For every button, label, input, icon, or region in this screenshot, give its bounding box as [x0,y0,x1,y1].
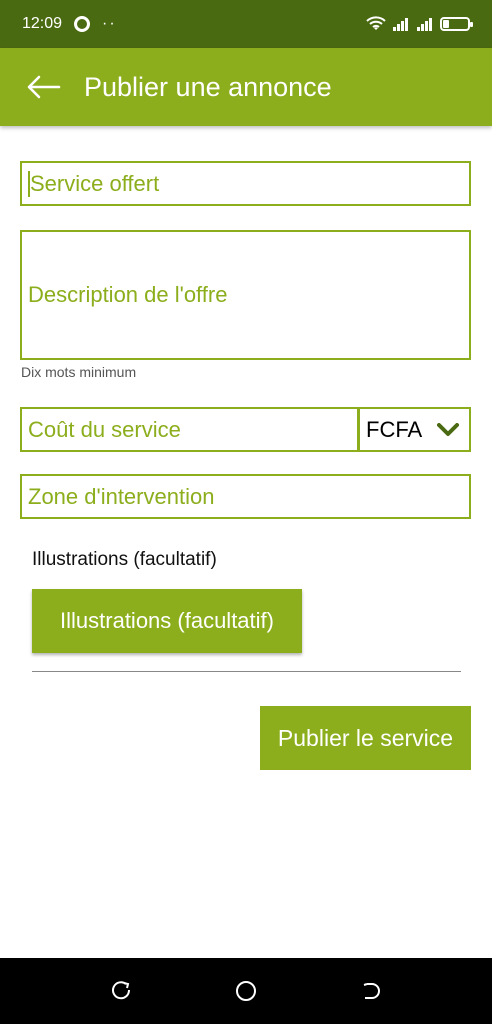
cost-input[interactable]: Coût du service [20,407,359,452]
description-input[interactable]: Description de l'offre [20,230,471,360]
status-bar: 12:09 ·· [0,0,492,48]
illustrations-button[interactable]: Illustrations (facultatif) [32,589,302,653]
system-nav-bar [0,958,492,1024]
signal-icon [393,18,408,31]
description-placeholder: Description de l'offre [28,282,228,307]
app-bar: Publier une annonce [0,48,492,126]
wifi-icon [366,16,386,30]
notification-dots: ·· [102,15,117,32]
zone-input[interactable]: Zone d'intervention [20,474,471,519]
currency-value: FCFA [366,416,423,442]
status-time: 12:09 [22,15,63,32]
publish-button[interactable]: Publier le service [260,706,471,770]
back-icon[interactable] [350,971,390,1011]
zone-placeholder: Zone d'intervention [28,483,215,509]
chrome-icon [74,16,91,32]
home-icon[interactable] [226,971,266,1011]
currency-select[interactable]: FCFA [358,407,471,452]
service-placeholder: Service offert [30,170,160,196]
chevron-down-icon [437,422,459,437]
arrow-left-icon[interactable] [26,69,62,105]
battery-icon [440,17,473,31]
service-input[interactable]: Service offert [20,161,471,206]
status-right [366,16,473,32]
signal-icon [417,18,432,31]
recent-apps-icon[interactable] [102,971,142,1011]
status-left: 12:09 ·· [22,15,117,33]
page-title: Publier une annonce [84,71,332,102]
description-hint: Dix mots minimum [21,364,137,380]
cost-placeholder: Coût du service [28,416,181,442]
illustrations-label: Illustrations (facultatif) [32,549,217,570]
divider [32,671,461,672]
